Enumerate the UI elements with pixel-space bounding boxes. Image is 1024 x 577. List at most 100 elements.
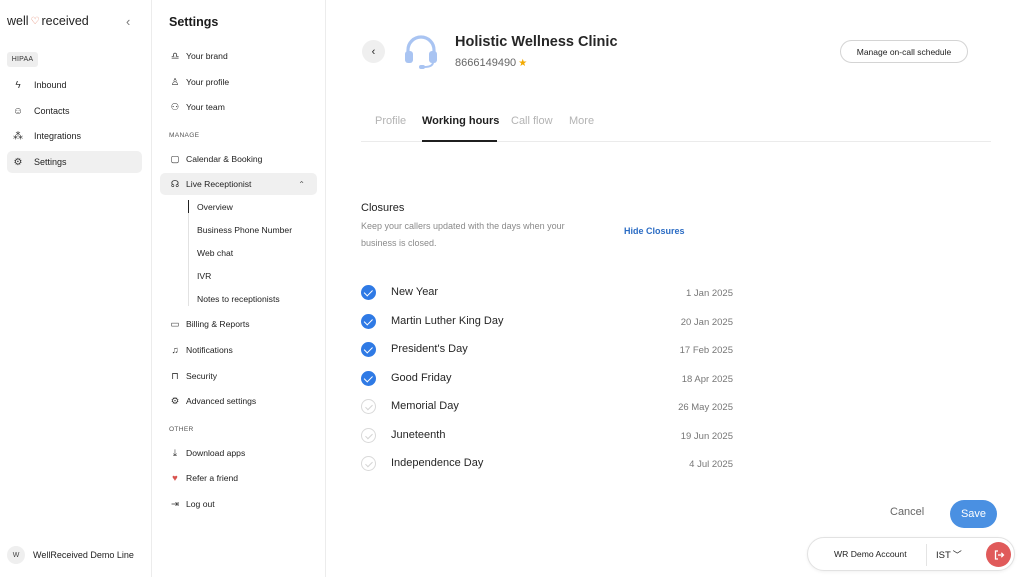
account-switcher: WR Demo Account IST ﹀ (807, 537, 1015, 571)
holiday-checkbox[interactable] (361, 285, 376, 300)
submenu-item-overview[interactable]: Overview (188, 200, 233, 213)
timezone-select[interactable]: IST ﹀ (936, 548, 962, 561)
holiday-checkbox[interactable] (361, 371, 376, 386)
holiday-row: Juneteenth 19 Jun 2025 (361, 426, 733, 446)
nav-item-contacts[interactable]: ☺ Contacts (7, 100, 142, 122)
holiday-name: Juneteenth (391, 429, 446, 441)
account-name[interactable]: WR Demo Account (834, 549, 907, 559)
settings-title: Settings (169, 15, 219, 29)
hide-closures-link[interactable]: Hide Closures (624, 226, 685, 236)
settings-item-your-brand[interactable]: ♎ Your brand (160, 45, 317, 67)
manage-on-call-schedule-button[interactable]: Manage on-call schedule (840, 40, 968, 63)
nav-item-inbound[interactable]: ϟ Inbound (7, 74, 142, 96)
calendar-icon: ▢ (170, 153, 180, 165)
holiday-row: Memorial Day 26 May 2025 (361, 397, 733, 417)
nav-item-label: Inbound (34, 80, 67, 90)
avatar: W (7, 546, 25, 564)
holiday-date: 18 Apr 2025 (681, 374, 733, 385)
settings-item-your-profile[interactable]: ♙ Your profile (160, 71, 317, 93)
holiday-checkbox[interactable] (361, 428, 376, 443)
holiday-name: New Year (391, 286, 439, 298)
settings-item-label: Your team (186, 102, 225, 112)
clinic-phone: 8666149490 ★ (455, 57, 527, 69)
holiday-checkbox[interactable] (361, 456, 376, 471)
logo-text-right: received (41, 14, 89, 28)
settings-item-your-team[interactable]: ⚇ Your team (160, 96, 317, 118)
headset-icon: ☊ (170, 178, 180, 190)
settings-item-calendar-booking[interactable]: ▢ Calendar & Booking (160, 148, 317, 170)
holiday-date: 4 Jul 2025 (689, 459, 733, 470)
holiday-row: Good Friday 18 Apr 2025 (361, 369, 733, 389)
settings-item-label: Calendar & Booking (186, 154, 263, 164)
holiday-checkbox[interactable] (361, 342, 376, 357)
main-content: ‹ Holistic Wellness Clinic 8666149490 ★ M… (326, 0, 1024, 577)
holiday-date: 20 Jan 2025 (680, 317, 733, 328)
holiday-date: 19 Jun 2025 (680, 431, 733, 442)
settings-item-label: Your profile (186, 77, 230, 87)
back-button[interactable]: ‹ (362, 40, 385, 63)
bolt-icon: ϟ (15, 79, 21, 91)
closures-title: Closures (361, 202, 405, 214)
submenu-item-business-phone-number[interactable]: Business Phone Number (197, 225, 292, 235)
collapse-sidebar-icon[interactable]: ‹ (126, 14, 130, 29)
submenu-item-notes-to-receptionists[interactable]: Notes to receptionists (197, 294, 280, 304)
holiday-name: Martin Luther King Day (391, 315, 504, 327)
active-tab-indicator (422, 140, 497, 142)
tab-working-hours[interactable]: Working hours (422, 115, 499, 127)
grid-icon: ⁂ (13, 130, 23, 142)
tab-more[interactable]: More (569, 115, 594, 127)
logout-button[interactable] (986, 542, 1011, 567)
smiley-icon: ☺ (12, 105, 24, 117)
nav-item-settings[interactable]: ⚙ Settings (7, 151, 142, 173)
holiday-date: 1 Jan 2025 (685, 288, 733, 299)
nav-item-label: Settings (34, 157, 67, 167)
phone-number: 8666149490 (455, 57, 517, 69)
nav-item-integrations[interactable]: ⁂ Integrations (7, 125, 142, 147)
logout-icon (994, 549, 1004, 560)
divider (926, 544, 927, 566)
submenu-line (188, 202, 189, 306)
tab-bar: Profile Working hours Call flow More (361, 112, 991, 142)
chevron-down-icon: ﹀ (952, 550, 962, 560)
logo-text-left: well (7, 14, 29, 28)
app-root: well ♡ received ‹ HIPAA ϟ Inbound ☺ Cont… (0, 0, 1024, 577)
submenu-item-web-chat[interactable]: Web chat (197, 248, 233, 258)
settings-item-label: Your brand (186, 51, 228, 61)
hipaa-badge: HIPAA (7, 52, 38, 67)
left-nav: well ♡ received ‹ HIPAA ϟ Inbound ☺ Cont… (0, 0, 152, 577)
tab-profile[interactable]: Profile (375, 115, 406, 127)
settings-item-label: Live Receptionist (186, 179, 252, 189)
holiday-date: 17 Feb 2025 (679, 345, 733, 356)
holiday-name: Good Friday (391, 372, 452, 384)
chevron-left-icon: ‹ (371, 45, 376, 58)
section-label-manage: MANAGE (169, 132, 200, 139)
cancel-button[interactable]: Cancel (890, 506, 924, 518)
settings-item-live-receptionist[interactable]: ☊ Live Receptionist ⌃ (160, 173, 317, 195)
tab-call-flow[interactable]: Call flow (511, 115, 553, 127)
headset-icon (405, 35, 437, 69)
holiday-row: New Year 1 Jan 2025 (361, 283, 733, 303)
clinic-name: Holistic Wellness Clinic (455, 34, 618, 50)
logo-heart-icon: ♡ (30, 15, 40, 27)
user-icon: ♙ (170, 76, 180, 88)
bell-icon: ♎ (170, 50, 180, 62)
submenu-item-ivr[interactable]: IVR (197, 271, 211, 281)
logo[interactable]: well ♡ received (7, 14, 89, 28)
nav-item-label: Integrations (34, 131, 82, 141)
closures-description: Keep your callers updated with the days … (361, 221, 565, 248)
holiday-name: Independence Day (391, 457, 484, 469)
holiday-row: Martin Luther King Day 20 Jan 2025 (361, 312, 733, 332)
current-user[interactable]: W WellReceived Demo Line (7, 546, 134, 564)
holiday-date: 26 May 2025 (678, 402, 733, 413)
chevron-up-icon: ⌃ (298, 179, 305, 189)
user-name: WellReceived Demo Line (33, 550, 134, 560)
holiday-row: Independence Day 4 Jul 2025 (361, 454, 733, 474)
star-icon[interactable]: ★ (518, 58, 527, 69)
team-icon: ⚇ (170, 101, 180, 113)
holiday-checkbox[interactable] (361, 314, 376, 329)
timezone-value: IST (936, 550, 951, 561)
save-button[interactable]: Save (950, 500, 997, 528)
holiday-checkbox[interactable] (361, 399, 376, 414)
holiday-name: President's Day (391, 343, 468, 355)
settings-menu: Settings ♎ Your brand ♙ Your profile ⚇ Y… (152, 0, 326, 577)
